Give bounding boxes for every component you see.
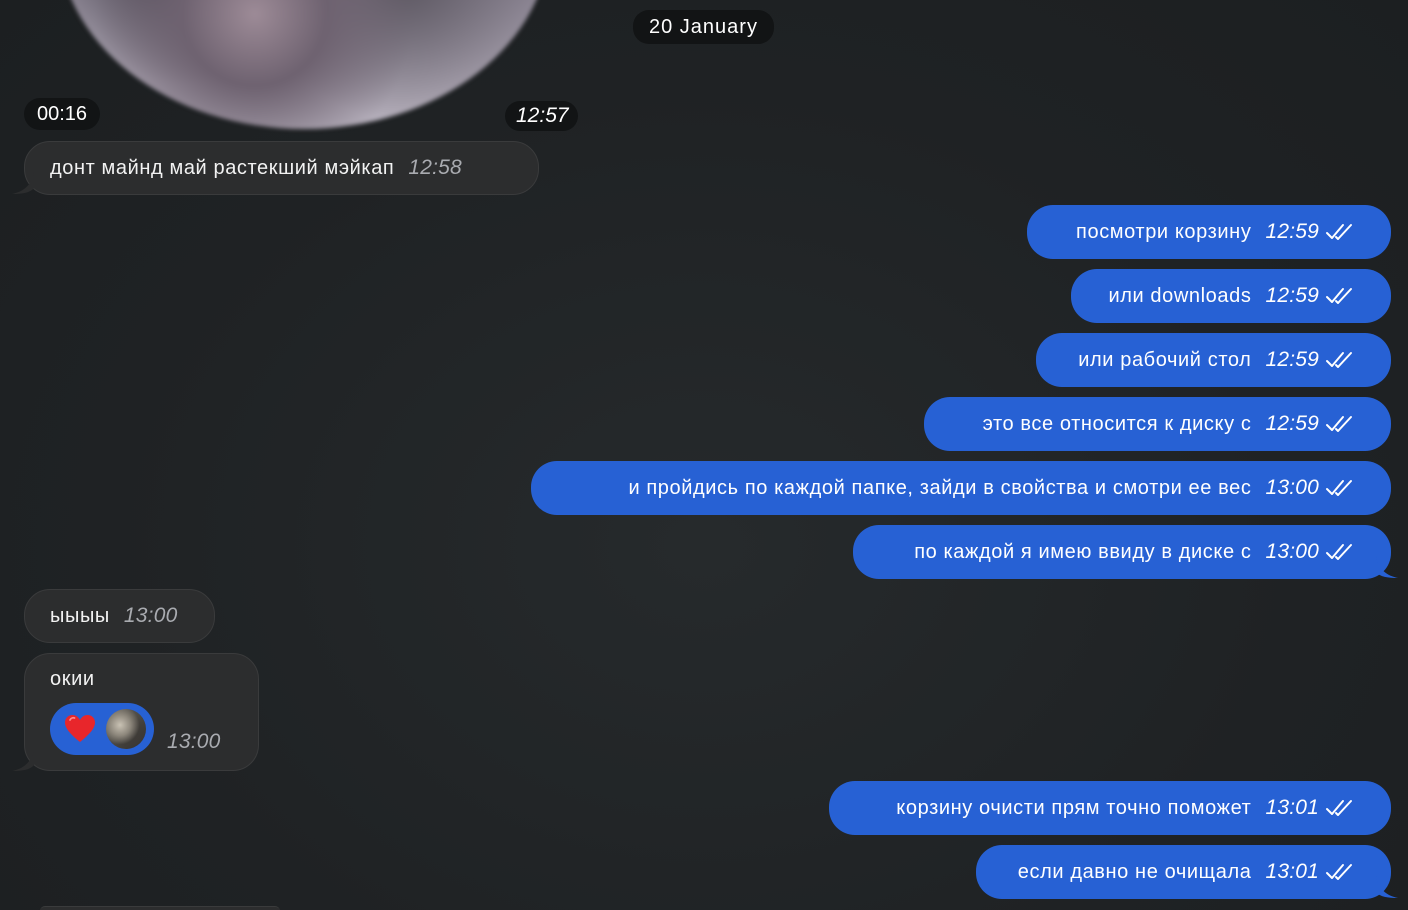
outgoing-message[interactable]: и пройдись по каждой папке, зайди в свой… — [531, 461, 1391, 515]
bubble-tail-icon — [1376, 876, 1398, 898]
message-text: или downloads — [1108, 284, 1252, 307]
bubble-tail-icon — [12, 172, 34, 194]
message-time: 12:58 — [408, 156, 462, 179]
double-check-icon — [1326, 544, 1352, 560]
message-time: 13:01 — [1265, 860, 1319, 883]
double-check-icon — [1326, 480, 1352, 496]
double-check-icon — [1326, 352, 1352, 368]
message-time: 13:00 — [1265, 540, 1319, 563]
message-text: это все относится к диску с — [982, 412, 1252, 435]
video-message-thumbnail[interactable] — [58, 0, 550, 129]
double-check-icon — [1326, 288, 1352, 304]
bubble-tail-icon — [1376, 556, 1398, 578]
outgoing-message[interactable]: посмотри корзину 12:59 — [1027, 205, 1391, 259]
message-text: окии — [50, 668, 95, 690]
double-check-icon — [1326, 864, 1352, 880]
next-message-edge — [40, 906, 280, 910]
outgoing-message[interactable]: корзину очисти прям точно поможет 13:01 — [829, 781, 1391, 835]
message-text: донт майнд май растекший мэйкап — [50, 156, 395, 179]
reactor-avatar — [106, 709, 146, 749]
message-text: если давно не очищала — [1017, 860, 1252, 883]
outgoing-message[interactable]: если давно не очищала 13:01 — [976, 845, 1391, 899]
outgoing-message[interactable]: или рабочий стол 12:59 — [1036, 333, 1391, 387]
reaction-chip[interactable] — [50, 703, 154, 755]
message-time: 13:00 — [123, 604, 178, 627]
message-time: 12:59 — [1265, 220, 1319, 243]
outgoing-message[interactable]: или downloads 12:59 — [1071, 269, 1391, 323]
message-time: 13:00 — [1265, 476, 1319, 499]
message-time: 12:59 — [1265, 348, 1319, 371]
outgoing-message[interactable]: это все относится к диску с 12:59 — [924, 397, 1391, 451]
message-time: 13:00 — [167, 730, 221, 753]
message-text: или рабочий стол — [1078, 348, 1252, 371]
message-time: 13:01 — [1265, 796, 1319, 819]
message-text: корзину очисти прям точно поможет — [896, 796, 1252, 819]
heart-icon — [65, 715, 95, 742]
outgoing-message[interactable]: по каждой я имею ввиду в диске с 13:00 — [853, 525, 1391, 579]
bubble-tail-icon — [12, 749, 34, 771]
incoming-message[interactable]: окии 13:00 — [24, 653, 259, 771]
video-time-badge: 12:57 — [505, 101, 578, 131]
double-check-icon — [1326, 800, 1352, 816]
message-text: ыыыы — [50, 604, 110, 627]
message-time: 12:59 — [1265, 412, 1319, 435]
incoming-message[interactable]: ыыыы 13:00 — [24, 589, 215, 643]
double-check-icon — [1326, 224, 1352, 240]
video-duration-badge: 00:16 — [24, 98, 101, 130]
message-text: и пройдись по каждой папке, зайди в свой… — [628, 476, 1252, 499]
message-text: посмотри корзину — [1076, 220, 1252, 243]
double-check-icon — [1326, 416, 1352, 432]
date-separator: 20 January — [633, 10, 774, 44]
message-text: по каждой я имею ввиду в диске с — [914, 540, 1252, 563]
incoming-message[interactable]: донт майнд май растекший мэйкап 12:58 — [24, 141, 539, 195]
chat-view: 00:16 12:57 20 January донт майнд май ра… — [0, 0, 1408, 910]
message-time: 12:59 — [1265, 284, 1319, 307]
